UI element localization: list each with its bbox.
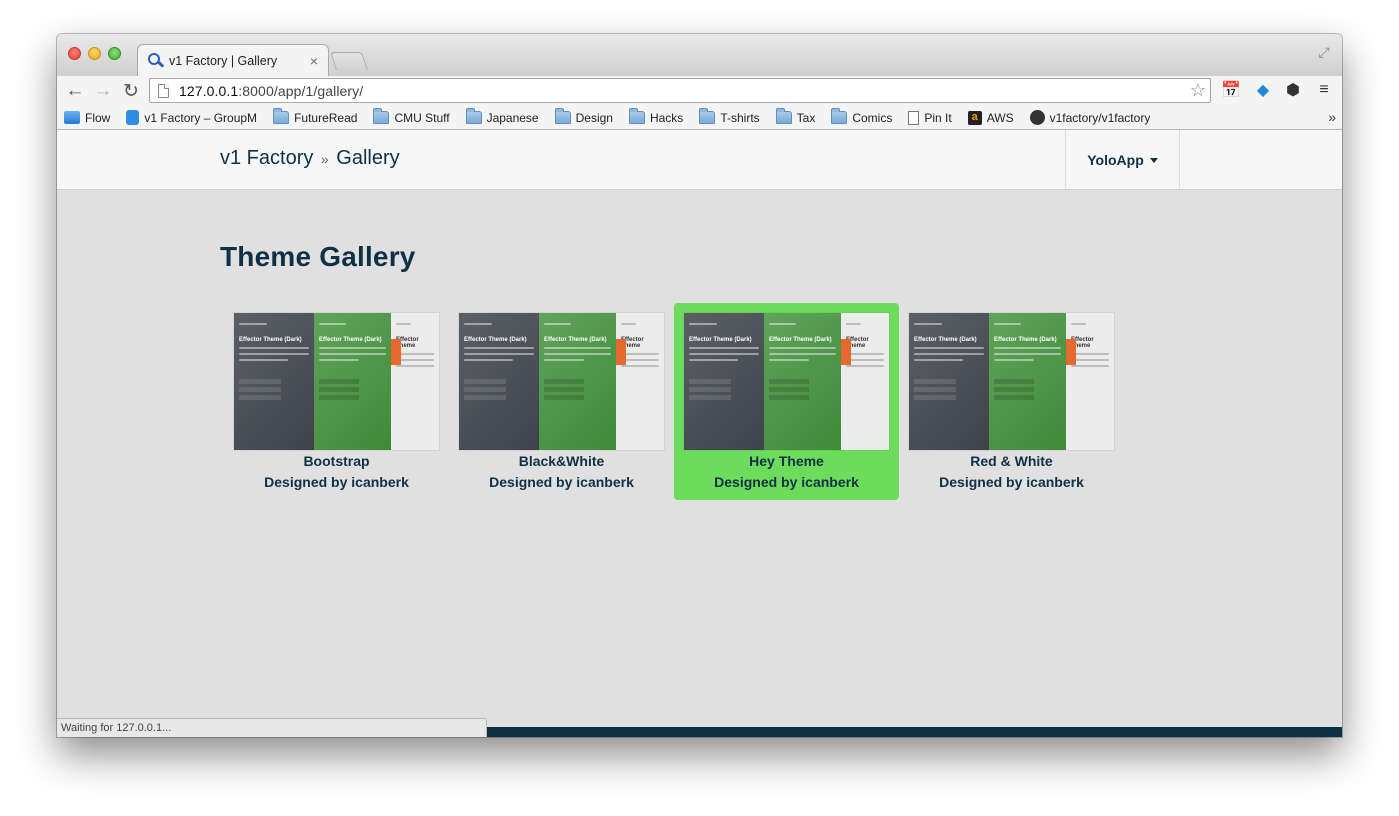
reload-icon: ↻ bbox=[123, 80, 139, 102]
hexagon-icon[interactable]: ⬢ bbox=[1282, 79, 1304, 101]
theme-thumbnail: Effector Theme (Dark) Effector Theme (Da… bbox=[684, 313, 889, 450]
forward-arrow-icon: → bbox=[93, 80, 113, 101]
page-title: Theme Gallery bbox=[220, 241, 416, 272]
folder-icon bbox=[554, 108, 571, 124]
bookmark-hacks[interactable]: Hacks bbox=[628, 108, 684, 125]
calendar-icon[interactable]: 📅 bbox=[1220, 79, 1242, 101]
theme-name: Hey Theme bbox=[749, 453, 824, 469]
flow-icon bbox=[64, 111, 80, 124]
theme-name: Red & White bbox=[970, 453, 1053, 469]
bookmark-label: Tax bbox=[796, 110, 816, 125]
folder-icon bbox=[831, 108, 848, 124]
new-tab-button[interactable] bbox=[330, 52, 368, 70]
bookmark-design[interactable]: Design bbox=[554, 108, 613, 125]
bookmark-t-shirts[interactable]: T-shirts bbox=[699, 108, 760, 125]
breadcrumb-separator: » bbox=[320, 151, 329, 167]
bookmark-flow[interactable]: Flow bbox=[64, 111, 110, 125]
theme-name: Black&White bbox=[518, 453, 605, 469]
folder-icon bbox=[273, 108, 290, 124]
app-dropdown[interactable]: YoloApp bbox=[1065, 130, 1180, 190]
theme-author: Designed by icanberk bbox=[489, 474, 634, 490]
breadcrumb-current: Gallery bbox=[336, 147, 400, 169]
site-navbar: v1 Factory » Gallery YoloApp bbox=[57, 130, 1342, 190]
bookmark-tax[interactable]: Tax bbox=[775, 108, 816, 125]
theme-thumbnail: Effector Theme (Dark) Effector Theme (Da… bbox=[459, 313, 664, 450]
bookmark-pin-it[interactable]: Pin It bbox=[908, 110, 952, 125]
theme-gallery: Effector Theme (Dark) Effector Theme (Da… bbox=[224, 303, 1124, 500]
bookmark-label: T-shirts bbox=[720, 110, 760, 125]
bookmark-aws[interactable]: a AWS bbox=[967, 110, 1014, 125]
fullscreen-icon[interactable]: ⤢ bbox=[1316, 44, 1332, 60]
theme-card-black-white[interactable]: Effector Theme (Dark) Effector Theme (Da… bbox=[449, 303, 674, 500]
browser-status-bubble: Waiting for 127.0.0.1... bbox=[57, 718, 487, 737]
browser-window: v1 Factory | Gallery × ⤢ ← → ↻ 127.0.0.1… bbox=[57, 34, 1342, 737]
window-minimize-button[interactable] bbox=[88, 47, 101, 60]
tab-strip: v1 Factory | Gallery × ⤢ bbox=[57, 34, 1342, 77]
bookmark-japanese[interactable]: Japanese bbox=[465, 108, 539, 125]
document-icon bbox=[908, 110, 920, 125]
bookmark-label: Hacks bbox=[649, 110, 684, 125]
bookmark-comics[interactable]: Comics bbox=[831, 108, 893, 125]
tab-gallery[interactable]: v1 Factory | Gallery × bbox=[137, 44, 329, 77]
window-zoom-button[interactable] bbox=[108, 47, 121, 60]
diamond-icon[interactable]: ◆ bbox=[1252, 79, 1274, 101]
bookmark-label: Comics bbox=[852, 110, 893, 125]
bookmark-github[interactable]: v1factory/v1factory bbox=[1029, 110, 1151, 125]
bookmarks-overflow-button[interactable]: » bbox=[1328, 109, 1336, 125]
brand-link[interactable]: v1 Factory bbox=[220, 147, 313, 169]
bookmark-futureread[interactable]: FutureRead bbox=[273, 108, 358, 125]
theme-author: Designed by icanberk bbox=[939, 474, 1084, 490]
folder-icon bbox=[465, 108, 482, 124]
reload-button[interactable]: ↻ bbox=[117, 79, 145, 103]
tab-close-button[interactable]: × bbox=[310, 53, 318, 69]
site-breadcrumb: v1 Factory » Gallery bbox=[220, 147, 400, 170]
bookmark-label: Flow bbox=[85, 110, 111, 125]
bookmark-label: AWS bbox=[986, 110, 1014, 125]
url-path: :8000/app/1/gallery/ bbox=[238, 82, 364, 99]
github-icon bbox=[1029, 110, 1045, 125]
theme-card-hey-theme[interactable]: Effector Theme (Dark) Effector Theme (Da… bbox=[674, 303, 899, 500]
back-button[interactable]: ← bbox=[61, 79, 89, 103]
theme-card-red-white[interactable]: Effector Theme (Dark) Effector Theme (Da… bbox=[899, 303, 1124, 500]
groupme-icon bbox=[126, 110, 140, 125]
theme-name: Bootstrap bbox=[303, 453, 370, 469]
folder-icon bbox=[628, 108, 645, 124]
bookmark-label: Pin It bbox=[924, 110, 952, 125]
bookmark-cmu-stuff[interactable]: CMU Stuff bbox=[373, 108, 450, 125]
tab-title: v1 Factory | Gallery bbox=[169, 54, 278, 68]
folder-icon bbox=[373, 108, 390, 124]
back-arrow-icon: ← bbox=[65, 80, 85, 101]
address-bar[interactable]: 127.0.0.1:8000/app/1/gallery/ ☆ bbox=[149, 78, 1211, 103]
bookmark-label: CMU Stuff bbox=[394, 110, 450, 125]
bookmark-star-icon[interactable]: ☆ bbox=[1190, 80, 1206, 101]
page-icon bbox=[158, 83, 169, 98]
app-dropdown-label: YoloApp bbox=[1087, 152, 1144, 168]
bookmarks-bar: Flow v1 Factory – GroupM FutureRead CMU … bbox=[57, 106, 1342, 130]
search-icon bbox=[148, 53, 165, 69]
url-text: 127.0.0.1:8000/app/1/gallery/ bbox=[179, 83, 363, 99]
forward-button[interactable]: → bbox=[89, 79, 117, 103]
amazon-icon: a bbox=[967, 110, 982, 125]
window-close-button[interactable] bbox=[68, 47, 81, 60]
theme-card-bootstrap[interactable]: Effector Theme (Dark) Effector Theme (Da… bbox=[224, 303, 449, 500]
caret-down-icon bbox=[1149, 157, 1158, 163]
theme-author: Designed by icanberk bbox=[264, 474, 409, 490]
theme-thumbnail: Effector Theme (Dark) Effector Theme (Da… bbox=[909, 313, 1114, 450]
bookmark-label: v1factory/v1factory bbox=[1049, 110, 1151, 125]
menu-icon[interactable]: ≡ bbox=[1313, 79, 1335, 101]
bookmark-groupme[interactable]: v1 Factory – GroupM bbox=[126, 110, 257, 125]
bookmark-label: Japanese bbox=[486, 110, 539, 125]
bookmark-label: FutureRead bbox=[294, 110, 358, 125]
page-viewport: v1 Factory » Gallery YoloApp Theme Galle… bbox=[57, 130, 1342, 737]
browser-toolbar: ← → ↻ 127.0.0.1:8000/app/1/gallery/ ☆ 📅 … bbox=[57, 76, 1342, 106]
bookmark-label: Design bbox=[575, 110, 613, 125]
bookmark-label: v1 Factory – GroupM bbox=[144, 110, 258, 125]
folder-icon bbox=[775, 108, 792, 124]
folder-icon bbox=[699, 108, 716, 124]
theme-author: Designed by icanberk bbox=[714, 474, 859, 490]
theme-thumbnail: Effector Theme (Dark) Effector Theme (Da… bbox=[234, 313, 439, 450]
url-host: 127.0.0.1 bbox=[179, 82, 239, 99]
